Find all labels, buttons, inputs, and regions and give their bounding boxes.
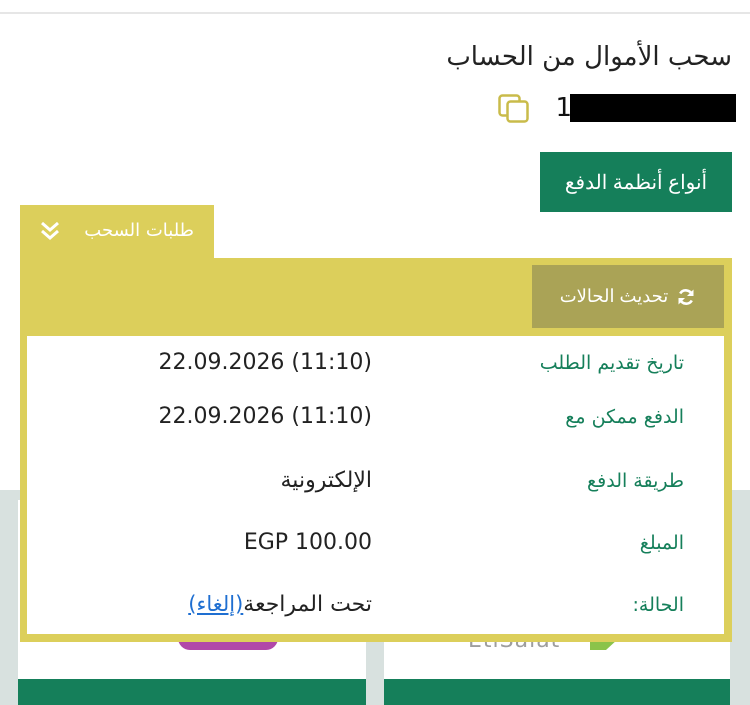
tab-withdrawal-requests[interactable]: طلبات السحب xyxy=(20,205,214,259)
cancel-request-link[interactable]: (إلغاء) xyxy=(188,592,243,616)
page-title: سحب الأموال من الحساب xyxy=(446,42,732,72)
account-number-prefix: 1 xyxy=(555,93,572,123)
detail-label: الحالة: xyxy=(632,594,685,616)
detail-row: الدفع ممكن مع 22.09.2026 (11:10) xyxy=(27,400,724,440)
status-value-group: تحت المراجعة(إلغاء) xyxy=(188,592,372,617)
payment-types-button[interactable]: أنواع أنظمة الدفع xyxy=(540,152,732,212)
card-footer[interactable] xyxy=(18,679,366,705)
detail-row: تاريخ تقديم الطلب 22.09.2026 (11:10) xyxy=(27,346,724,386)
refresh-statuses-button[interactable]: تحديث الحالات xyxy=(532,265,724,328)
refresh-icon xyxy=(678,288,694,305)
detail-row: طريقة الدفع الإلكترونية xyxy=(27,464,724,504)
detail-value: الإلكترونية xyxy=(280,468,372,493)
detail-row: الحالة: تحت المراجعة(إلغاء) xyxy=(27,588,724,628)
status-value: تحت المراجعة xyxy=(243,592,372,617)
card-footer[interactable] xyxy=(384,679,730,705)
detail-value: EGP 100.00 xyxy=(243,530,372,555)
detail-label: طريقة الدفع xyxy=(587,470,684,492)
detail-label: الدفع ممكن مع xyxy=(565,406,684,428)
withdrawal-requests-panel: تحديث الحالات تاريخ تقديم الطلب 22.09.20… xyxy=(20,258,732,642)
detail-label: تاريخ تقديم الطلب xyxy=(539,352,684,374)
detail-label: المبلغ xyxy=(639,532,684,554)
top-divider xyxy=(0,12,750,14)
tab-label: طلبات السحب xyxy=(84,220,194,241)
double-chevron-down-icon xyxy=(41,221,59,240)
refresh-label: تحديث الحالات xyxy=(559,286,669,306)
account-number-redacted xyxy=(570,94,736,122)
detail-row: المبلغ EGP 100.00 xyxy=(27,526,724,566)
detail-value: 22.09.2026 (11:10) xyxy=(158,350,372,375)
copy-icon[interactable] xyxy=(498,94,530,124)
detail-value: 22.09.2026 (11:10) xyxy=(158,404,372,429)
account-number-row: 1 xyxy=(476,92,736,124)
request-details: تاريخ تقديم الطلب 22.09.2026 (11:10) الد… xyxy=(27,336,724,634)
